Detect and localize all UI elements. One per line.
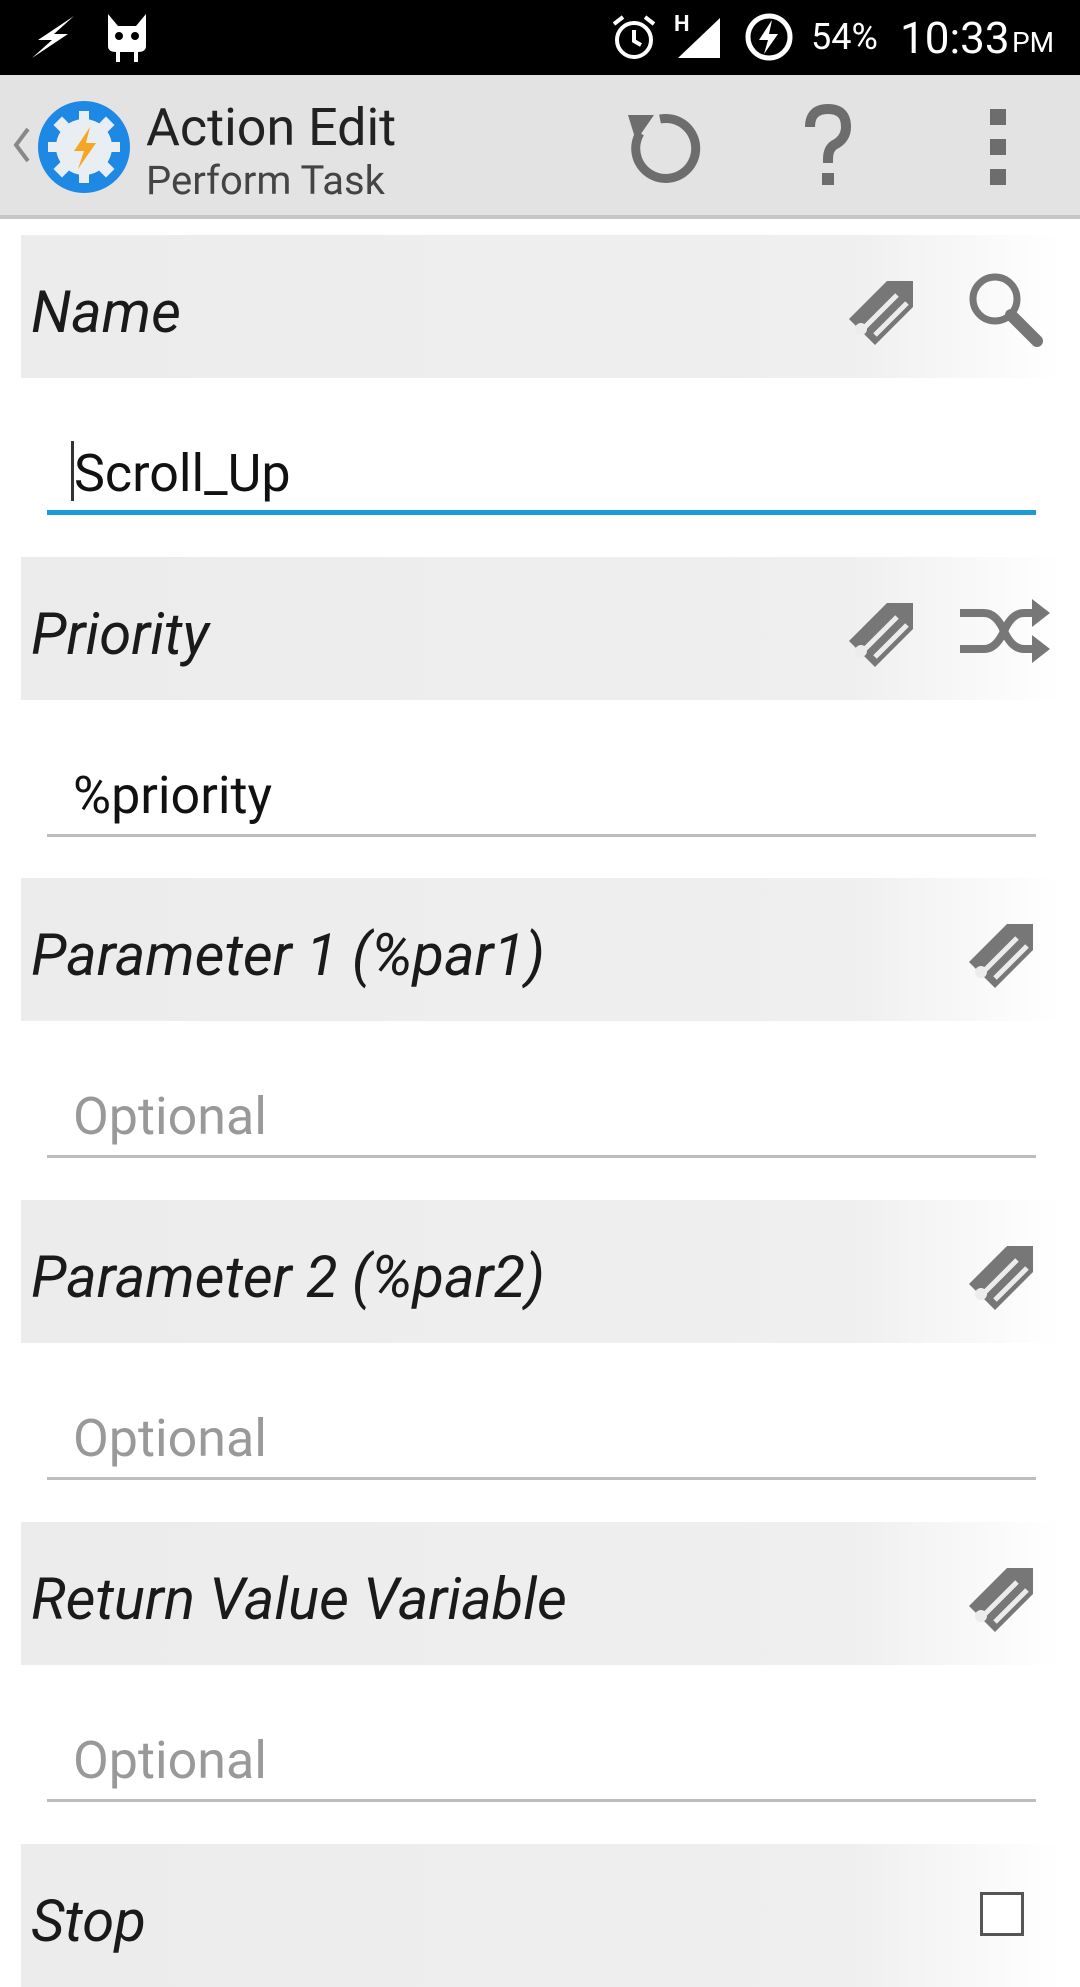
param1-label: Parameter 1 (%par1) [31, 922, 545, 990]
up-navigation[interactable] [0, 75, 140, 215]
field-underline [47, 1477, 1036, 1480]
priority-edit-button[interactable] [841, 587, 929, 675]
param1-placeholder: Optional [73, 1086, 267, 1147]
param2-edit-button[interactable] [961, 1230, 1049, 1318]
refresh-button[interactable] [610, 97, 710, 197]
return-section-header: Return Value Variable [21, 1522, 1060, 1665]
return-placeholder: Optional [73, 1730, 267, 1791]
priority-label: Priority [31, 601, 210, 669]
param1-field[interactable]: Optional [47, 1068, 1036, 1158]
priority-value: %priority [73, 765, 273, 826]
priority-section-header: Priority [21, 557, 1060, 700]
refresh-icon [628, 113, 701, 183]
shuffle-icon [960, 599, 1050, 663]
tasker-gear-icon [38, 101, 130, 193]
return-edit-button[interactable] [961, 1552, 1049, 1640]
name-field[interactable]: Scroll_Up [47, 425, 1036, 515]
search-icon [969, 273, 1043, 347]
field-underline [47, 1799, 1036, 1802]
battery-percent: 54% [811, 16, 878, 58]
name-label: Name [31, 279, 181, 347]
name-search-button[interactable] [961, 265, 1049, 353]
name-edit-button[interactable] [841, 265, 929, 353]
page-title: Action Edit [146, 97, 397, 158]
clock-time: 10:33 [900, 12, 1010, 64]
param2-label: Parameter 2 (%par2) [31, 1244, 545, 1312]
param2-field[interactable]: Optional [47, 1390, 1036, 1480]
page-subtitle: Perform Task [146, 157, 385, 204]
charging-icon [745, 13, 793, 61]
tag-edit-icon [969, 1246, 1033, 1310]
return-field[interactable]: Optional [47, 1712, 1036, 1802]
tag-edit-icon [849, 603, 913, 667]
signal-icon [678, 18, 720, 58]
param1-section-header: Parameter 1 (%par1) [21, 878, 1060, 1021]
priority-shuffle-button[interactable] [956, 587, 1050, 675]
name-value: Scroll_Up [74, 443, 291, 504]
name-section-header: Name [21, 235, 1060, 378]
tag-edit-icon [969, 1568, 1033, 1632]
help-button[interactable] [778, 97, 878, 197]
cat-icon [108, 14, 146, 62]
tag-edit-icon [969, 924, 1033, 988]
help-icon [805, 103, 852, 185]
overflow-menu-icon [990, 109, 1006, 185]
priority-field[interactable]: %priority [47, 747, 1036, 837]
alarm-icon [612, 15, 656, 59]
chevron-left-icon [13, 127, 30, 163]
overflow-menu-button[interactable] [948, 97, 1048, 197]
stop-checkbox[interactable] [980, 1892, 1024, 1936]
field-underline [47, 1155, 1036, 1158]
clock-ampm: PM [1012, 26, 1055, 59]
tag-edit-icon [849, 281, 913, 345]
return-label: Return Value Variable [31, 1566, 567, 1634]
flash-icon [32, 16, 74, 58]
field-underline [47, 510, 1036, 515]
stop-section-header: Stop [21, 1844, 1060, 1987]
stop-label: Stop [31, 1888, 146, 1956]
param1-edit-button[interactable] [961, 908, 1049, 996]
field-underline [47, 834, 1036, 837]
status-bar: H 54% 10:33 PM [0, 0, 1080, 75]
param2-placeholder: Optional [73, 1408, 267, 1469]
param2-section-header: Parameter 2 (%par2) [21, 1200, 1060, 1343]
action-bar: Action Edit Perform Task [0, 75, 1080, 219]
